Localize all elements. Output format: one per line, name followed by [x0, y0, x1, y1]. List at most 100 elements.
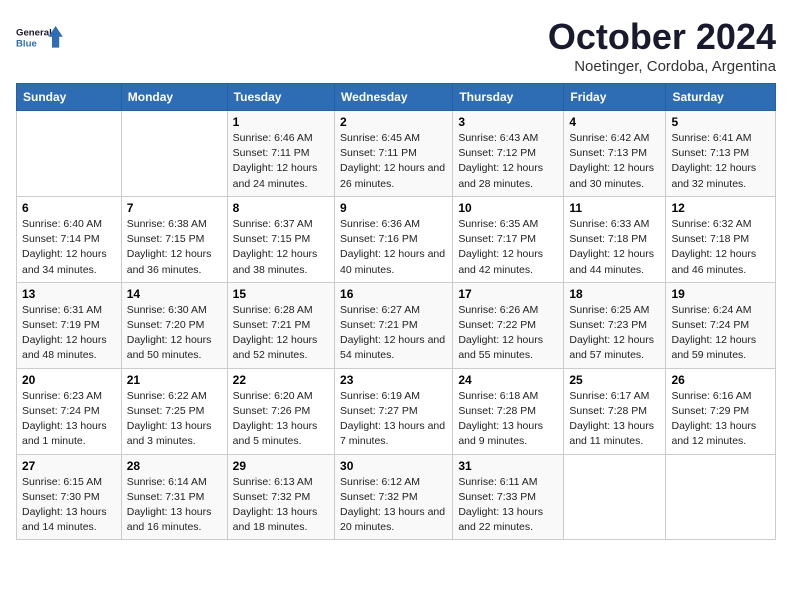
day-cell: 16Sunrise: 6:27 AM Sunset: 7:21 PM Dayli…	[335, 282, 453, 368]
day-cell: 14Sunrise: 6:30 AM Sunset: 7:20 PM Dayli…	[121, 282, 227, 368]
day-cell: 20 Sunrise: 6:23 AM Sunset: 7:24 PM Dayli…	[17, 368, 122, 454]
logo: General Blue	[16, 16, 64, 60]
day-number: 5	[671, 115, 770, 129]
day-number: 10	[458, 201, 558, 215]
calendar-table: SundayMondayTuesdayWednesdayThursdayFrid…	[16, 83, 776, 540]
day-detail: Sunrise: 6:35 AM Sunset: 7:17 PM Dayligh…	[458, 217, 558, 278]
day-cell: 25 Sunrise: 6:17 AM Sunset: 7:28 PM Dayli…	[564, 368, 666, 454]
day-detail: Sunrise: 6:22 AM Sunset: 7:25 PM Dayligh…	[127, 389, 222, 450]
day-number: 3	[458, 115, 558, 129]
day-cell: 2Sunrise: 6:45 AM Sunset: 7:11 PM Daylig…	[335, 111, 453, 197]
day-number: 13	[22, 287, 116, 301]
day-number: 17	[458, 287, 558, 301]
logo-svg: General Blue	[16, 16, 64, 60]
col-header-friday: Friday	[564, 84, 666, 111]
day-detail: Sunrise: 6:15 AM Sunset: 7:30 PM Dayligh…	[22, 475, 116, 536]
day-number: 30	[340, 459, 447, 473]
day-number: 1	[233, 115, 329, 129]
day-number: 25	[569, 373, 660, 387]
svg-text:General: General	[16, 28, 52, 39]
col-header-wednesday: Wednesday	[335, 84, 453, 111]
day-cell: 12Sunrise: 6:32 AM Sunset: 7:18 PM Dayli…	[666, 196, 776, 282]
day-detail: Sunrise: 6:41 AM Sunset: 7:13 PM Dayligh…	[671, 131, 770, 192]
day-number: 29	[233, 459, 329, 473]
day-detail: Sunrise: 6:13 AM Sunset: 7:32 PM Dayligh…	[233, 475, 329, 536]
day-cell	[121, 111, 227, 197]
day-cell: 3 Sunrise: 6:43 AM Sunset: 7:12 PM Daylig…	[453, 111, 564, 197]
day-detail: Sunrise: 6:42 AM Sunset: 7:13 PM Dayligh…	[569, 131, 660, 192]
week-row-4: 20 Sunrise: 6:23 AM Sunset: 7:24 PM Dayli…	[17, 368, 776, 454]
day-number: 22	[233, 373, 329, 387]
day-detail: Sunrise: 6:33 AM Sunset: 7:18 PM Dayligh…	[569, 217, 660, 278]
day-number: 20	[22, 373, 116, 387]
day-detail: Sunrise: 6:28 AM Sunset: 7:21 PM Dayligh…	[233, 303, 329, 364]
title-area: October 2024 Noetinger, Cordoba, Argenti…	[548, 16, 776, 75]
day-detail: Sunrise: 6:16 AM Sunset: 7:29 PM Dayligh…	[671, 389, 770, 450]
day-cell: 24Sunrise: 6:18 AM Sunset: 7:28 PM Dayli…	[453, 368, 564, 454]
day-detail: Sunrise: 6:19 AM Sunset: 7:27 PM Dayligh…	[340, 389, 447, 450]
day-number: 31	[458, 459, 558, 473]
day-detail: Sunrise: 6:46 AM Sunset: 7:11 PM Dayligh…	[233, 131, 329, 192]
day-cell: 18 Sunrise: 6:25 AM Sunset: 7:23 PM Dayli…	[564, 282, 666, 368]
day-cell: 26 Sunrise: 6:16 AM Sunset: 7:29 PM Dayli…	[666, 368, 776, 454]
day-cell: 30 Sunrise: 6:12 AM Sunset: 7:32 PM Dayli…	[335, 454, 453, 540]
day-cell: 27 Sunrise: 6:15 AM Sunset: 7:30 PM Dayli…	[17, 454, 122, 540]
day-number: 7	[127, 201, 222, 215]
day-detail: Sunrise: 6:17 AM Sunset: 7:28 PM Dayligh…	[569, 389, 660, 450]
day-cell: 29 Sunrise: 6:13 AM Sunset: 7:32 PM Dayli…	[227, 454, 334, 540]
col-header-monday: Monday	[121, 84, 227, 111]
subtitle: Noetinger, Cordoba, Argentina	[548, 58, 776, 75]
day-number: 26	[671, 373, 770, 387]
day-detail: Sunrise: 6:25 AM Sunset: 7:23 PM Dayligh…	[569, 303, 660, 364]
day-cell: 22 Sunrise: 6:20 AM Sunset: 7:26 PM Dayli…	[227, 368, 334, 454]
day-cell: 7Sunrise: 6:38 AM Sunset: 7:15 PM Daylig…	[121, 196, 227, 282]
calendar-header-row: SundayMondayTuesdayWednesdayThursdayFrid…	[17, 84, 776, 111]
col-header-tuesday: Tuesday	[227, 84, 334, 111]
week-row-5: 27 Sunrise: 6:15 AM Sunset: 7:30 PM Dayli…	[17, 454, 776, 540]
day-detail: Sunrise: 6:36 AM Sunset: 7:16 PM Dayligh…	[340, 217, 447, 278]
day-detail: Sunrise: 6:31 AM Sunset: 7:19 PM Dayligh…	[22, 303, 116, 364]
day-number: 8	[233, 201, 329, 215]
header: General Blue October 2024 Noetinger, Cor…	[16, 16, 776, 75]
week-row-1: 1 Sunrise: 6:46 AM Sunset: 7:11 PM Daylig…	[17, 111, 776, 197]
day-cell: 1 Sunrise: 6:46 AM Sunset: 7:11 PM Daylig…	[227, 111, 334, 197]
day-number: 4	[569, 115, 660, 129]
col-header-thursday: Thursday	[453, 84, 564, 111]
day-detail: Sunrise: 6:37 AM Sunset: 7:15 PM Dayligh…	[233, 217, 329, 278]
day-cell: 23 Sunrise: 6:19 AM Sunset: 7:27 PM Dayli…	[335, 368, 453, 454]
day-detail: Sunrise: 6:23 AM Sunset: 7:24 PM Dayligh…	[22, 389, 116, 450]
day-number: 27	[22, 459, 116, 473]
day-cell: 19Sunrise: 6:24 AM Sunset: 7:24 PM Dayli…	[666, 282, 776, 368]
day-cell: 4 Sunrise: 6:42 AM Sunset: 7:13 PM Daylig…	[564, 111, 666, 197]
day-detail: Sunrise: 6:45 AM Sunset: 7:11 PM Dayligh…	[340, 131, 447, 192]
day-cell: 31 Sunrise: 6:11 AM Sunset: 7:33 PM Dayli…	[453, 454, 564, 540]
week-row-2: 6Sunrise: 6:40 AM Sunset: 7:14 PM Daylig…	[17, 196, 776, 282]
day-number: 19	[671, 287, 770, 301]
day-cell: 21Sunrise: 6:22 AM Sunset: 7:25 PM Dayli…	[121, 368, 227, 454]
day-detail: Sunrise: 6:11 AM Sunset: 7:33 PM Dayligh…	[458, 475, 558, 536]
day-detail: Sunrise: 6:12 AM Sunset: 7:32 PM Dayligh…	[340, 475, 447, 536]
day-cell	[17, 111, 122, 197]
day-number: 11	[569, 201, 660, 215]
day-cell	[564, 454, 666, 540]
day-number: 14	[127, 287, 222, 301]
day-cell: 13 Sunrise: 6:31 AM Sunset: 7:19 PM Dayli…	[17, 282, 122, 368]
day-cell: 17 Sunrise: 6:26 AM Sunset: 7:22 PM Dayli…	[453, 282, 564, 368]
day-cell: 28 Sunrise: 6:14 AM Sunset: 7:31 PM Dayli…	[121, 454, 227, 540]
day-number: 12	[671, 201, 770, 215]
day-detail: Sunrise: 6:43 AM Sunset: 7:12 PM Dayligh…	[458, 131, 558, 192]
day-detail: Sunrise: 6:14 AM Sunset: 7:31 PM Dayligh…	[127, 475, 222, 536]
day-number: 23	[340, 373, 447, 387]
day-number: 18	[569, 287, 660, 301]
day-cell: 9Sunrise: 6:36 AM Sunset: 7:16 PM Daylig…	[335, 196, 453, 282]
week-row-3: 13 Sunrise: 6:31 AM Sunset: 7:19 PM Dayli…	[17, 282, 776, 368]
col-header-sunday: Sunday	[17, 84, 122, 111]
day-cell	[666, 454, 776, 540]
day-number: 28	[127, 459, 222, 473]
day-detail: Sunrise: 6:26 AM Sunset: 7:22 PM Dayligh…	[458, 303, 558, 364]
day-cell: 15Sunrise: 6:28 AM Sunset: 7:21 PM Dayli…	[227, 282, 334, 368]
day-number: 16	[340, 287, 447, 301]
day-cell: 8 Sunrise: 6:37 AM Sunset: 7:15 PM Daylig…	[227, 196, 334, 282]
day-detail: Sunrise: 6:20 AM Sunset: 7:26 PM Dayligh…	[233, 389, 329, 450]
day-cell: 10 Sunrise: 6:35 AM Sunset: 7:17 PM Dayli…	[453, 196, 564, 282]
